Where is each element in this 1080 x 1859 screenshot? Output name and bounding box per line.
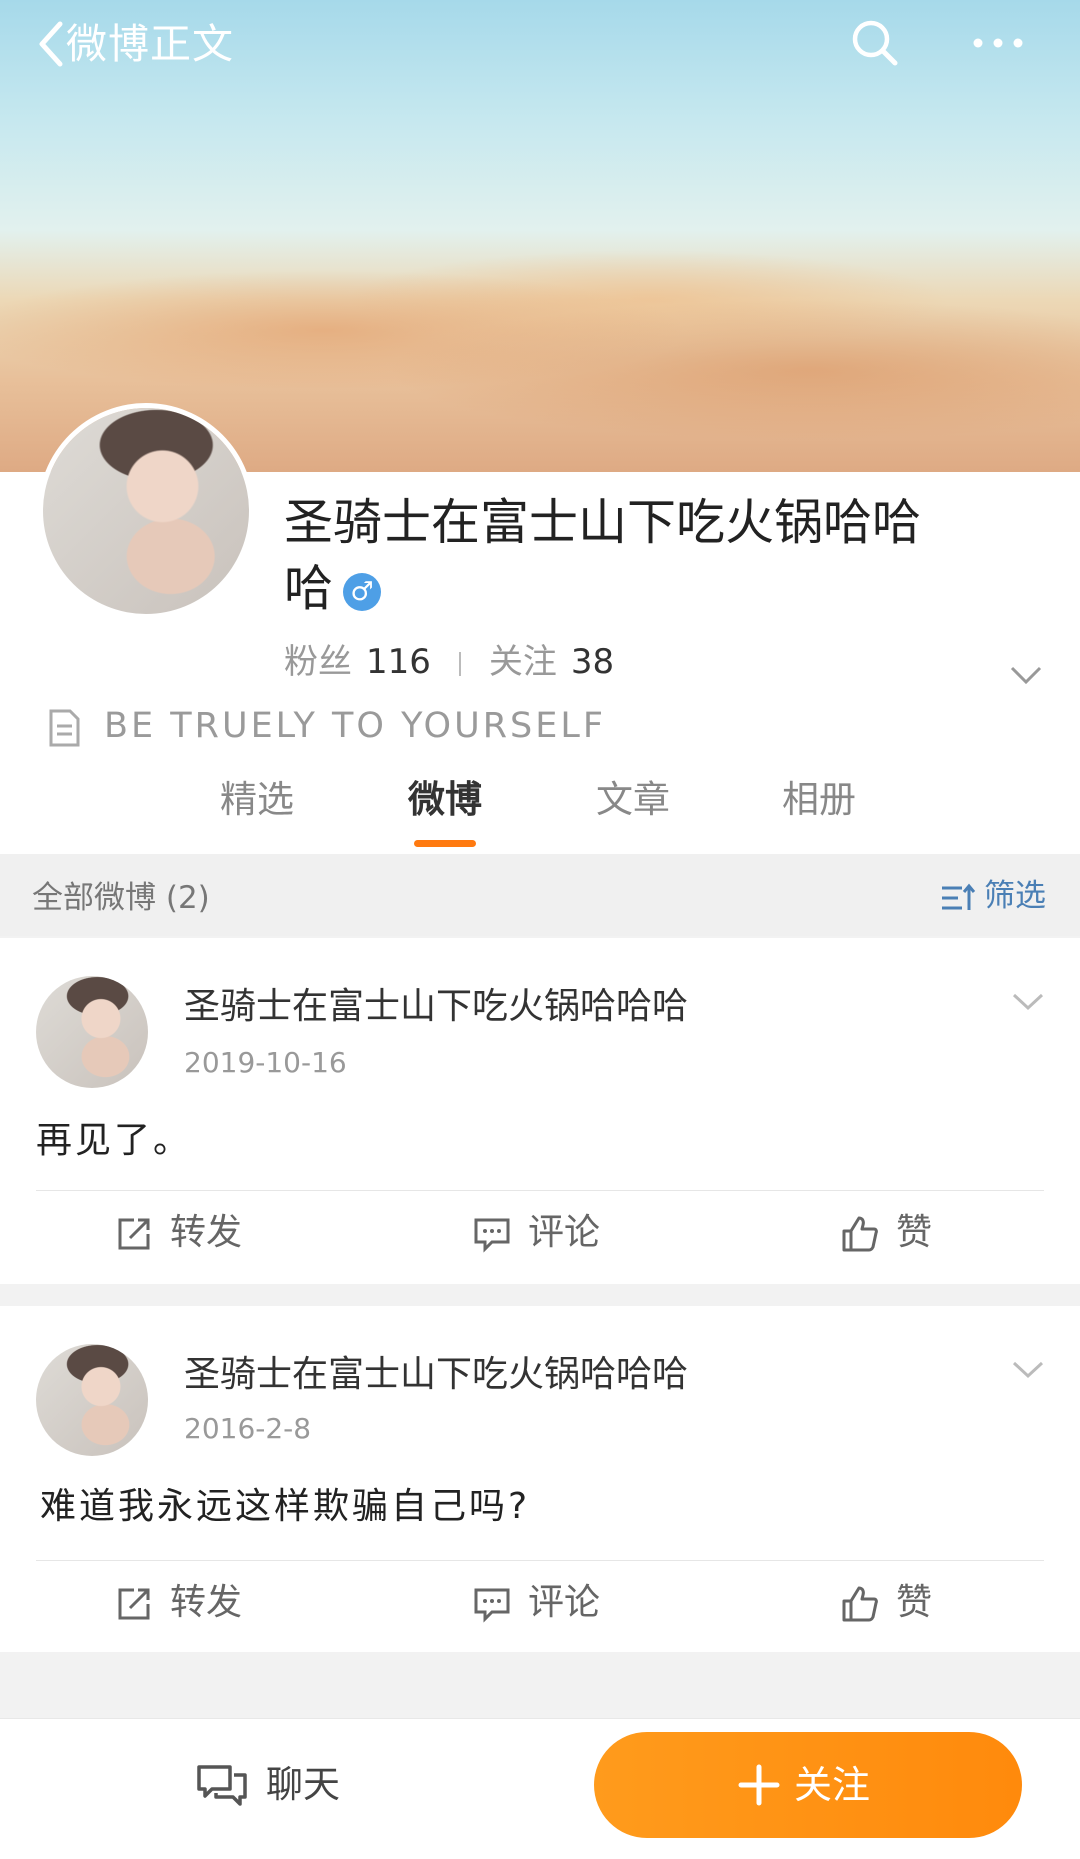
comment-icon xyxy=(474,1588,510,1623)
plus-icon xyxy=(738,1764,780,1806)
post-author[interactable]: 圣骑士在富士山下吃火锅哈哈哈 xyxy=(184,984,688,1030)
thumbs-up-icon xyxy=(842,1586,878,1622)
post-menu-button[interactable] xyxy=(1010,1358,1046,1382)
chat-label: 聊天 xyxy=(266,1763,340,1806)
thumbs-up-icon xyxy=(842,1216,878,1252)
fans-stat[interactable]: 粉丝 116 xyxy=(284,642,431,682)
chevron-down-icon xyxy=(1010,666,1042,685)
search-button[interactable] xyxy=(848,16,902,70)
active-tab-indicator xyxy=(414,840,476,847)
post-divider xyxy=(36,1560,1044,1561)
tab-album[interactable]: 相册 xyxy=(782,772,856,828)
chevron-down-icon xyxy=(1012,993,1044,1011)
male-gender-icon: ♂ xyxy=(343,572,382,611)
filter-icon xyxy=(940,882,976,914)
post-author[interactable]: 圣骑士在富士山下吃火锅哈哈哈 xyxy=(184,1352,688,1398)
filter-button[interactable]: 筛选 xyxy=(984,876,1046,916)
all-posts-count: 全部微博 (2) xyxy=(32,880,210,916)
tab-articles[interactable]: 文章 xyxy=(596,772,670,828)
repost-icon xyxy=(118,1218,150,1250)
document-icon xyxy=(46,708,82,748)
post-avatar[interactable] xyxy=(36,1344,148,1456)
profile-username: 圣骑士在富士山下吃火锅哈哈哈 ♂ xyxy=(284,494,922,617)
post-avatar[interactable] xyxy=(36,976,148,1088)
post-date: 2019-10-16 xyxy=(184,1046,347,1079)
post-divider xyxy=(36,1190,1044,1191)
post-text: 再见了。 xyxy=(36,1120,193,1161)
profile-tabs: 精选 微博 文章 相册 xyxy=(0,772,1080,850)
profile-stats: 粉丝 116 关注 38 xyxy=(284,640,614,684)
profile-bio: BE TRUELY TO YOURSELF xyxy=(104,706,607,746)
stats-divider xyxy=(458,651,461,676)
tab-featured[interactable]: 精选 xyxy=(220,772,294,828)
post-menu-button[interactable] xyxy=(1010,990,1046,1014)
post-card: 圣骑士在富士山下吃火锅哈哈哈 2019-10-16 再见了。 转发 评论 赞 xyxy=(0,938,1080,1284)
tab-weibo[interactable]: 微博 xyxy=(408,772,482,828)
chevron-down-icon xyxy=(1012,1361,1044,1379)
top-nav-bar: 微博正文 xyxy=(0,0,1080,90)
post-date: 2016-2-8 xyxy=(184,1412,312,1445)
repost-icon xyxy=(118,1588,150,1620)
more-button[interactable] xyxy=(968,16,1028,70)
search-icon xyxy=(852,20,898,66)
post-card: 圣骑士在富士山下吃火锅哈哈哈 2016-2-8 难道我永远这样欺骗自己吗? 转发… xyxy=(0,1306,1080,1652)
follow-label: 关注 xyxy=(794,1763,871,1807)
chat-icon xyxy=(196,1763,248,1809)
following-stat[interactable]: 关注 38 xyxy=(489,642,614,682)
more-horizontal-icon xyxy=(973,38,1023,48)
expand-profile-button[interactable] xyxy=(1008,662,1044,688)
post-text: 难道我永远这样欺骗自己吗? xyxy=(40,1486,531,1527)
comment-icon xyxy=(474,1218,510,1253)
page-title: 微博正文 xyxy=(66,20,234,68)
avatar[interactable] xyxy=(38,403,254,619)
